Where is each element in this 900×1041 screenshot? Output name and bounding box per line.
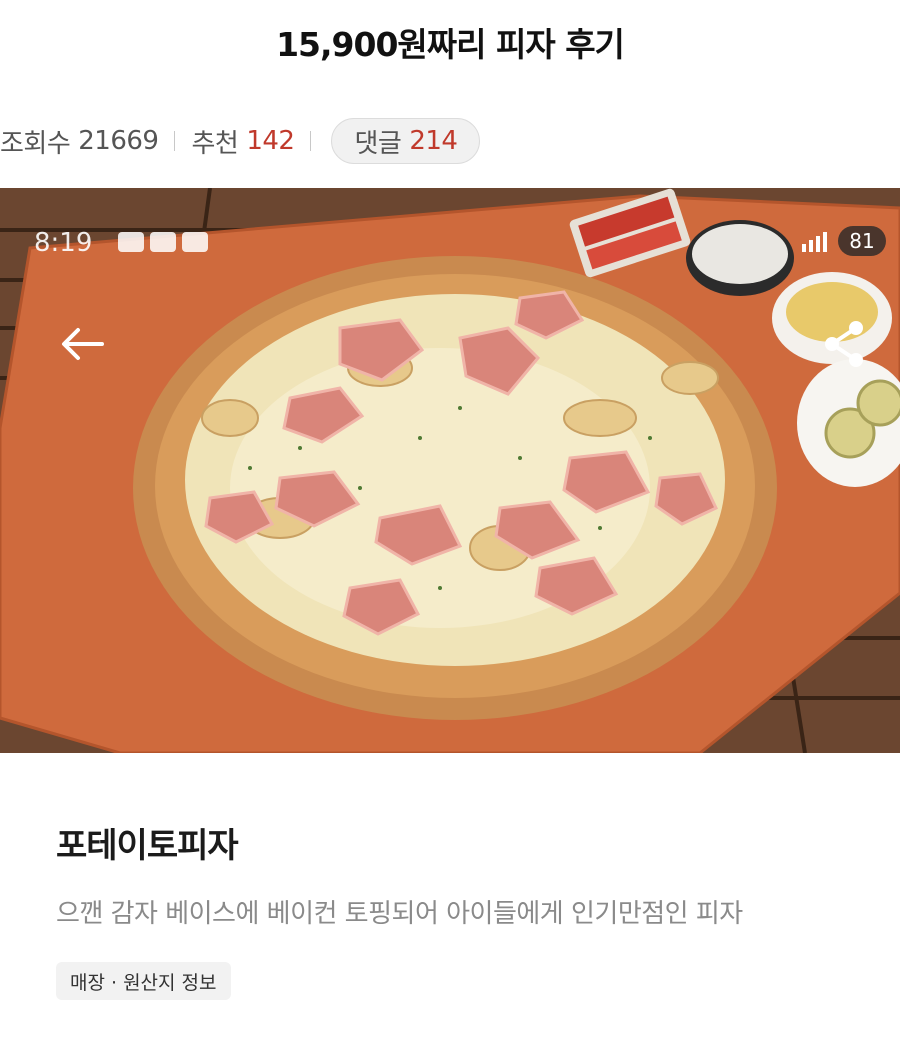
pizza-photo-illustration [0,188,900,753]
store-origin-info-button[interactable]: 매장 · 원산지 정보 [56,962,231,1000]
views-count: 21669 [78,126,159,156]
share-icon[interactable] [822,318,868,370]
meta-divider [174,131,176,151]
status-time: 8:19 [34,228,93,258]
chat-notification-icon [118,232,144,252]
product-description: 으깬 감자 베이스에 베이컨 토핑되어 아이들에게 인기만점인 피자 [56,899,743,929]
recommend-stat: 추천 142 [191,123,294,160]
status-icons [118,232,208,252]
post-meta: 조회수 21669 추천 142 댓글 214 [0,118,481,164]
post-title: 15,900원짜리 피자 후기 [276,25,625,64]
comments-label: 댓글 [354,128,402,159]
views-label: 조회수 [0,128,71,159]
views-stat: 조회수 21669 [0,123,159,160]
link-notification-icon [182,232,208,252]
comments-button[interactable]: 댓글 214 [331,118,481,164]
pizza-photo: 8:19 81 [0,188,900,753]
recommend-label: 추천 [191,128,239,159]
signal-icon [802,232,827,252]
product-name: 포테이토피자 [56,826,239,866]
arrow-left-icon[interactable] [60,326,106,362]
document-notification-icon [150,232,176,252]
battery-indicator: 81 [838,226,886,256]
comments-count: 214 [409,126,458,156]
recommend-count: 142 [246,126,295,156]
status-right: 81 [800,226,886,256]
meta-divider [310,131,312,151]
